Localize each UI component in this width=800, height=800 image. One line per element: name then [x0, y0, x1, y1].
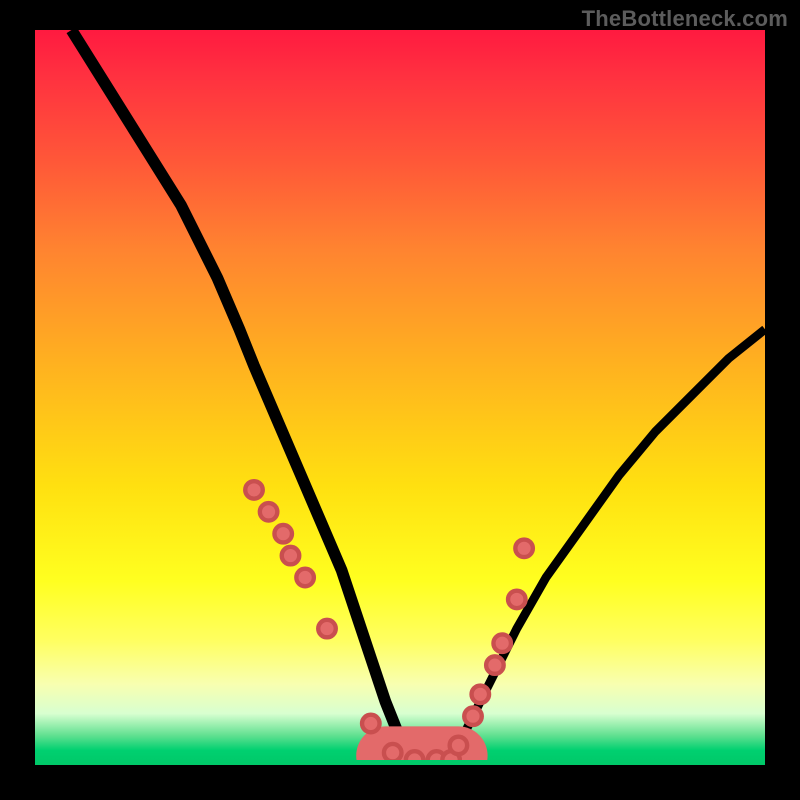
marker-dot: [362, 715, 380, 733]
marker-dot: [318, 620, 336, 638]
marker-dot: [274, 525, 292, 543]
plot-area: [35, 30, 765, 765]
marker-dot: [384, 744, 402, 760]
marker-dot: [486, 656, 504, 674]
marker-dot: [464, 707, 482, 725]
watermark-text: TheBottleneck.com: [582, 6, 788, 32]
marker-dot: [515, 540, 533, 558]
marker-dot: [508, 591, 526, 609]
chart-svg: [35, 30, 765, 760]
marker-dot: [260, 503, 278, 521]
marker-dot: [296, 569, 314, 587]
bottleneck-curve-left: [72, 30, 444, 760]
marker-dot: [282, 547, 300, 565]
marker-dot: [406, 751, 424, 760]
bottleneck-curve-right: [415, 329, 765, 760]
marker-dot: [493, 634, 511, 652]
marker-dot: [245, 481, 263, 499]
marker-dot: [450, 737, 468, 755]
marker-dot: [472, 686, 490, 704]
